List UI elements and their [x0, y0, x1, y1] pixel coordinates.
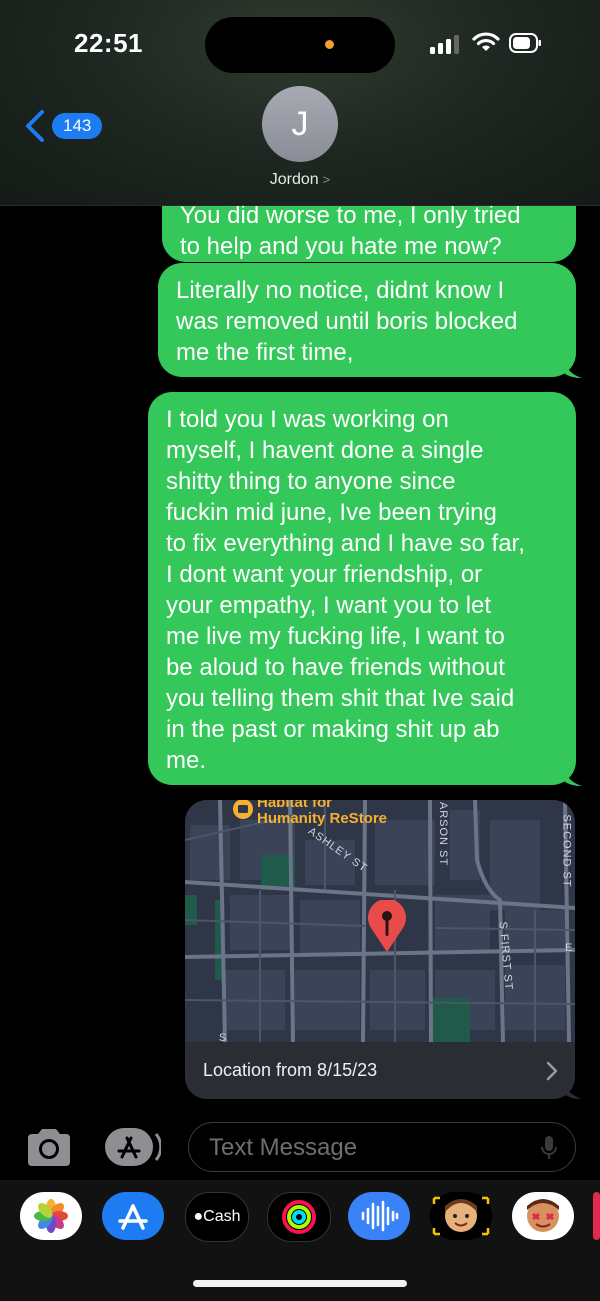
camera-icon[interactable] — [24, 1126, 74, 1168]
location-timestamp: Location from 8/15/23 — [203, 1060, 378, 1080]
message-text: You did worse to me, I only tried to hel… — [180, 202, 521, 260]
apple-cash-app-button[interactable]: ● Cash — [185, 1192, 249, 1242]
avatar-initial: J — [291, 104, 309, 143]
battery-icon — [509, 33, 541, 53]
dynamic-island — [205, 17, 395, 73]
more-apps-button[interactable] — [593, 1192, 600, 1240]
conversation-header: 22:51 143 J Jordon > — [0, 0, 600, 206]
bubble-tail — [564, 1080, 582, 1099]
apple-logo-icon: ● — [193, 1208, 204, 1225]
app-store-icon — [105, 1128, 163, 1166]
wifi-icon — [472, 32, 500, 51]
stickers-app-button[interactable] — [512, 1192, 574, 1240]
street-label: E — [565, 942, 574, 954]
privacy-indicator-dot — [325, 40, 334, 49]
photos-icon — [34, 1199, 68, 1233]
fitness-app-button[interactable] — [267, 1192, 331, 1242]
activity-rings-icon — [282, 1200, 316, 1234]
poi-label: Humanity ReStore — [257, 810, 388, 827]
bubble-tail — [564, 359, 582, 378]
back-button[interactable]: 143 — [22, 108, 103, 144]
chevron-right-icon — [546, 1061, 558, 1081]
bubble-tail — [564, 767, 582, 786]
location-pin-icon — [368, 900, 406, 952]
sticker-icon — [527, 1199, 559, 1232]
message-input-field[interactable] — [188, 1122, 576, 1172]
message-text: Literally no notice, didnt know I was re… — [176, 277, 518, 366]
contact-name: Jordon — [269, 171, 319, 188]
cellular-signal-icon — [430, 34, 462, 54]
audio-message-app-button[interactable] — [348, 1192, 410, 1240]
message-input[interactable] — [207, 1131, 531, 1165]
cash-label: Cash — [203, 1208, 241, 1225]
home-indicator — [193, 1280, 407, 1287]
memoji-icon — [432, 1196, 490, 1236]
memoji-app-button[interactable] — [430, 1192, 492, 1240]
chevron-right-icon: > — [322, 172, 331, 187]
app-store-app-button[interactable] — [102, 1192, 164, 1240]
photos-app-button[interactable] — [20, 1192, 82, 1240]
app-store-button[interactable] — [103, 1126, 163, 1168]
contact-avatar[interactable]: J — [262, 86, 338, 162]
waveform-icon — [361, 1200, 399, 1232]
message-bubble[interactable]: Literally no notice, didnt know I was re… — [158, 263, 576, 377]
location-card[interactable]: Habitat for Humanity ReStore ASHLEY ST A… — [185, 800, 575, 1099]
street-label: SECOND ST — [560, 814, 573, 888]
chevron-left-icon — [26, 110, 44, 142]
status-time: 22:51 — [74, 28, 143, 58]
message-text: I told you I was working on myself, I ha… — [166, 406, 525, 774]
message-bubble[interactable]: I told you I was working on myself, I ha… — [148, 392, 576, 785]
contact-name-button[interactable]: Jordon > — [0, 171, 600, 189]
location-footer[interactable]: Location from 8/15/23 — [185, 1042, 575, 1099]
street-label: ARSON ST — [437, 801, 450, 867]
unread-count-badge: 143 — [52, 113, 103, 139]
microphone-icon[interactable] — [541, 1135, 557, 1161]
app-store-icon — [118, 1204, 148, 1230]
